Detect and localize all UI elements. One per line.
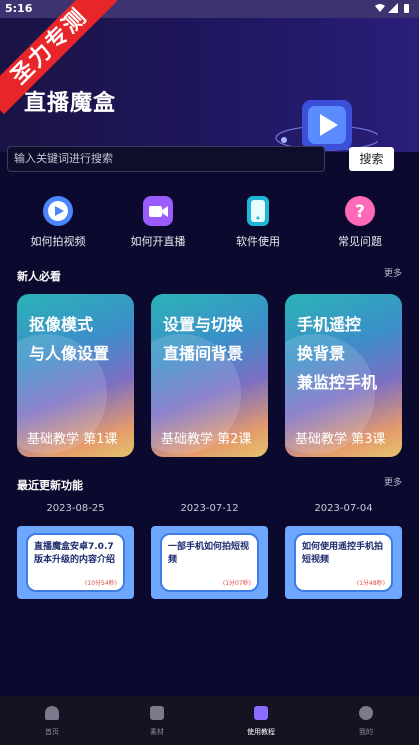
update-card-frame: 如何使用遥控手机拍短视频 (1分48秒)	[294, 533, 393, 592]
update-date: 2023-07-12	[180, 503, 239, 514]
lesson-card-title-line: 与人像设置	[29, 344, 110, 363]
quick-link-label: 常见问题	[338, 235, 382, 248]
update-card-duration: (1分48秒)	[356, 580, 385, 587]
phone-icon	[247, 196, 269, 226]
lesson-card-title-line: 设置与切换	[163, 315, 244, 334]
quick-link-software-usage[interactable]: 软件使用	[218, 196, 298, 249]
lesson-card-title-line: 兼监控手机	[297, 373, 378, 392]
status-icons	[375, 3, 411, 13]
play-icon	[43, 196, 73, 226]
nav-item-label: 我的	[359, 728, 373, 736]
update-date: 2023-08-25	[46, 503, 105, 514]
lesson-card-footer: 基础教学 第3课	[295, 432, 386, 447]
update-card-duration: (1分07秒)	[222, 580, 251, 587]
lesson-card-1[interactable]: 抠像模式 与人像设置 基础教学 第1课	[17, 294, 134, 457]
signal-icon	[388, 3, 398, 13]
video-camera-icon	[143, 196, 173, 226]
lesson-card-2[interactable]: 设置与切换 直播间背景 基础教学 第2课	[151, 294, 268, 457]
tutorial-icon	[254, 706, 268, 720]
status-time: 5:16	[5, 2, 33, 15]
update-card-duration: (10分54秒)	[85, 580, 117, 587]
svg-text:?: ?	[355, 202, 365, 222]
quick-link-how-to-shoot[interactable]: 如何拍视频	[18, 196, 98, 249]
update-card-3[interactable]: 如何使用遥控手机拍短视频 (1分48秒)	[285, 526, 402, 599]
nav-item-materials[interactable]: 素材	[127, 706, 187, 737]
update-card-frame: 直播魔盒安卓7.0.7版本升级的内容介绍 (10分54秒)	[26, 533, 125, 592]
lesson-card-footer: 基础教学 第1课	[27, 432, 118, 447]
magic-box-illustration	[275, 100, 378, 151]
question-icon: ?	[345, 196, 375, 226]
newbie-section-title: 新人必看	[17, 270, 61, 283]
update-date: 2023-07-04	[314, 503, 373, 514]
newbie-more-link[interactable]: 更多	[384, 266, 402, 279]
banner-title: 直播魔盒	[24, 91, 117, 116]
quick-link-label: 如何开直播	[130, 235, 186, 248]
home-icon	[45, 706, 59, 720]
lesson-card-title-line: 换背景	[297, 344, 346, 363]
wifi-icon	[375, 4, 385, 12]
lesson-card-title-line: 抠像模式	[29, 315, 94, 334]
box-icon	[150, 706, 164, 720]
search-input[interactable]: 输入关键词进行搜索	[7, 146, 325, 172]
battery-icon	[404, 4, 409, 13]
update-card-1[interactable]: 直播魔盒安卓7.0.7版本升级的内容介绍 (10分54秒)	[17, 526, 134, 599]
quick-link-faq[interactable]: ? 常见问题	[320, 196, 400, 249]
lesson-card-footer: 基础教学 第2课	[161, 432, 252, 447]
quick-link-how-to-live[interactable]: 如何开直播	[118, 196, 198, 249]
nav-item-home[interactable]: 首页	[22, 706, 82, 737]
lesson-card-title-line: 直播间背景	[163, 344, 244, 363]
bottom-nav: 首页 素材 使用教程 我的	[0, 696, 419, 745]
quick-link-label: 软件使用	[236, 235, 280, 248]
updates-section-title: 最近更新功能	[17, 479, 83, 492]
nav-item-profile[interactable]: 我的	[336, 706, 396, 737]
update-card-text: 一部手机如何拍短视频	[168, 542, 250, 565]
nav-item-label: 素材	[150, 728, 164, 736]
lesson-card-3[interactable]: 手机遥控 换背景 兼监控手机 基础教学 第3课	[285, 294, 402, 457]
nav-item-label: 使用教程	[247, 728, 275, 736]
nav-item-tutorial[interactable]: 使用教程	[231, 706, 291, 737]
updates-more-link[interactable]: 更多	[384, 475, 402, 488]
update-card-frame: 一部手机如何拍短视频 (1分07秒)	[160, 533, 259, 592]
update-card-text: 直播魔盒安卓7.0.7版本升级的内容介绍	[34, 542, 116, 565]
nav-item-label: 首页	[45, 728, 59, 736]
lesson-card-title-line: 手机遥控	[297, 315, 362, 334]
user-icon	[359, 706, 373, 720]
quick-link-label: 如何拍视频	[30, 235, 86, 248]
search-button[interactable]: 搜索	[349, 147, 394, 171]
update-card-2[interactable]: 一部手机如何拍短视频 (1分07秒)	[151, 526, 268, 599]
update-card-text: 如何使用遥控手机拍短视频	[302, 542, 384, 565]
